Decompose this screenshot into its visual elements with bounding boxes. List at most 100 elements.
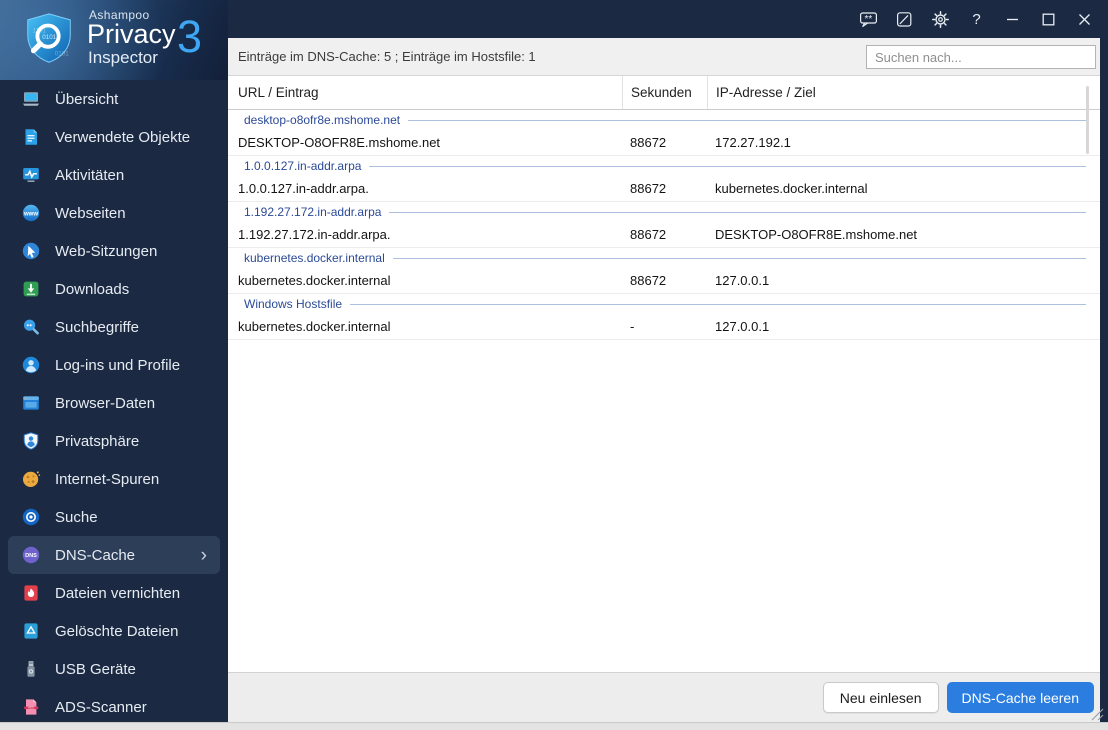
table-header: URL / Eintrag Sekunden IP-Adresse / Ziel bbox=[228, 76, 1100, 110]
sidebar-item-label: Gelöschte Dateien bbox=[55, 622, 179, 640]
magnifier-dots-icon bbox=[21, 317, 41, 337]
column-header-url[interactable]: URL / Eintrag bbox=[228, 76, 622, 109]
cell-target: kubernetes.docker.internal bbox=[715, 181, 868, 196]
sidebar-item-browser-daten[interactable]: Browser-Daten bbox=[0, 384, 228, 422]
sidebar-item-downloads[interactable]: Downloads bbox=[0, 270, 228, 308]
status-bar: Einträge im DNS-Cache: 5 ; Einträge im H… bbox=[228, 38, 1100, 76]
table-row[interactable]: kubernetes.docker.internal - 127.0.0.1 bbox=[228, 314, 1100, 340]
group-title: kubernetes.docker.internal bbox=[244, 251, 385, 265]
table-row[interactable]: 1.192.27.172.in-addr.arpa. 88672 DESKTOP-O… bbox=[228, 222, 1100, 248]
group-divider-line bbox=[408, 119, 1086, 121]
svg-text:ADS: ADS bbox=[28, 706, 34, 710]
sidebar-item-usb-geraete[interactable]: USB Geräte bbox=[0, 650, 228, 688]
sidebar-item-web-sitzungen[interactable]: Web-Sitzungen bbox=[0, 232, 228, 270]
group-title: 1.0.0.127.in-addr.arpa bbox=[244, 159, 362, 173]
sidebar-item-geloeschte-dateien[interactable]: Gelöschte Dateien bbox=[0, 612, 228, 650]
sidebar-item-label: Dateien vernichten bbox=[55, 584, 181, 602]
app-logo: 1101 0101 0101 Ashampoo Privacy Inspecto… bbox=[0, 0, 228, 80]
table-panel: URL / Eintrag Sekunden IP-Adresse / Ziel… bbox=[228, 76, 1100, 672]
svg-text:0101: 0101 bbox=[42, 34, 56, 41]
group-header-row[interactable]: kubernetes.docker.internal bbox=[228, 248, 1100, 268]
group-header-row[interactable]: Windows Hostsfile bbox=[228, 294, 1100, 314]
group-divider-line bbox=[392, 257, 1086, 259]
sidebar-item-dateien-vernichten[interactable]: Dateien vernichten bbox=[0, 574, 228, 612]
reload-button[interactable]: Neu einlesen bbox=[822, 682, 939, 713]
sidebar-item-suche[interactable]: Suche bbox=[0, 498, 228, 536]
group-title: desktop-o8ofr8e.mshome.net bbox=[244, 113, 401, 127]
cell-url: 1.0.0.127.in-addr.arpa. bbox=[238, 181, 369, 196]
sidebar-item-label: Übersicht bbox=[55, 90, 119, 108]
sidebar-item-label: Aktivitäten bbox=[55, 166, 125, 184]
sidebar-nav: Übersicht Verwendete Objekte Aktivitäten ww… bbox=[0, 80, 228, 722]
svg-text:?: ? bbox=[972, 11, 980, 28]
clear-dns-cache-button[interactable]: DNS-Cache leeren bbox=[946, 682, 1094, 713]
cell-target: 127.0.0.1 bbox=[715, 319, 770, 334]
sidebar-item-internet-spuren[interactable]: Internet-Spuren bbox=[0, 460, 228, 498]
sidebar-item-ads-scanner[interactable]: ADS ADS-Scanner bbox=[0, 688, 228, 722]
titlebar-icons: **? bbox=[859, 0, 1094, 38]
cell-target: 172.27.192.1 bbox=[715, 135, 791, 150]
window-bottom-border bbox=[0, 722, 1108, 730]
app-name-line2: Inspector bbox=[88, 48, 158, 67]
search-input[interactable] bbox=[866, 45, 1096, 69]
globe-cursor-icon bbox=[21, 241, 41, 261]
recycle-bin-icon bbox=[21, 621, 41, 641]
sidebar-item-dns-cache[interactable]: DNS DNS-Cache › bbox=[8, 536, 220, 574]
shield-user-icon bbox=[21, 431, 41, 451]
sidebar-item-uebersicht[interactable]: Übersicht bbox=[0, 80, 228, 118]
sidebar-item-label: Suche bbox=[55, 508, 98, 526]
vertical-scrollbar-thumb[interactable] bbox=[1086, 86, 1089, 154]
footer-bar: Neu einlesen DNS-Cache leeren bbox=[228, 672, 1100, 722]
document-icon bbox=[21, 127, 41, 147]
table-body: desktop-o8ofr8e.mshome.net DESKTOP-O8OFR8… bbox=[228, 110, 1100, 340]
usb-stick-icon bbox=[21, 659, 41, 679]
sidebar-item-privatsphaere[interactable]: Privatsphäre bbox=[0, 422, 228, 460]
svg-text:**: ** bbox=[865, 14, 873, 25]
table-row[interactable]: kubernetes.docker.internal 88672 127.0.0.1 bbox=[228, 268, 1100, 294]
shredder-flame-icon bbox=[21, 583, 41, 603]
sidebar-item-label: Suchbegriffe bbox=[55, 318, 139, 336]
minimize-icon[interactable] bbox=[1003, 10, 1022, 29]
group-divider-line bbox=[350, 303, 1086, 305]
group-header-row[interactable]: 1.0.0.127.in-addr.arpa bbox=[228, 156, 1100, 176]
cell-target: 127.0.0.1 bbox=[715, 273, 770, 288]
settings-gear-icon[interactable] bbox=[931, 10, 950, 29]
sidebar-item-label: Privatsphäre bbox=[55, 432, 140, 450]
cell-url: DESKTOP-O8OFR8E.mshome.net bbox=[238, 135, 441, 150]
sidebar-item-label: Verwendete Objekte bbox=[55, 128, 191, 146]
cell-url: 1.192.27.172.in-addr.arpa. bbox=[238, 227, 391, 242]
cell-seconds: 88672 bbox=[630, 273, 667, 288]
feedback-bubble-icon[interactable]: ** bbox=[859, 10, 878, 29]
column-header-target[interactable]: IP-Adresse / Ziel bbox=[707, 76, 1100, 109]
download-icon bbox=[21, 279, 41, 299]
sidebar-item-suchbegriffe[interactable]: Suchbegriffe bbox=[0, 308, 228, 346]
sidebar-item-label: Webseiten bbox=[55, 204, 126, 222]
monitor-icon bbox=[21, 89, 41, 109]
sidebar-item-label: ADS-Scanner bbox=[55, 698, 147, 716]
help-icon[interactable]: ? bbox=[967, 10, 986, 29]
table-row[interactable]: DESKTOP-O8OFR8E.mshome.net 88672 172.27.19… bbox=[228, 130, 1100, 156]
sidebar-item-logins[interactable]: Log-ins und Profile bbox=[0, 346, 228, 384]
sidebar-item-aktivitaeten[interactable]: Aktivitäten bbox=[0, 156, 228, 194]
browser-window-icon bbox=[21, 393, 41, 413]
resize-grip-icon[interactable] bbox=[1088, 705, 1104, 721]
column-header-seconds[interactable]: Sekunden bbox=[622, 76, 707, 109]
notes-icon[interactable] bbox=[895, 10, 914, 29]
titlebar: **? bbox=[228, 0, 1108, 38]
group-header-row[interactable]: 1.192.27.172.in-addr.arpa bbox=[228, 202, 1100, 222]
table-row[interactable]: 1.0.0.127.in-addr.arpa. 88672 kubernetes.d… bbox=[228, 176, 1100, 202]
sidebar-item-verwendete-objekte[interactable]: Verwendete Objekte bbox=[0, 118, 228, 156]
close-icon[interactable] bbox=[1075, 10, 1094, 29]
chevron-right-icon: › bbox=[200, 544, 207, 566]
maximize-icon[interactable] bbox=[1039, 10, 1058, 29]
window-right-border bbox=[1100, 38, 1108, 722]
cell-seconds: - bbox=[630, 319, 635, 334]
sidebar-item-label: Web-Sitzungen bbox=[55, 242, 158, 260]
cookie-icon bbox=[21, 469, 41, 489]
app-version: 3 bbox=[177, 11, 203, 62]
ads-document-icon: ADS bbox=[21, 697, 41, 717]
sidebar-item-webseiten[interactable]: www Webseiten bbox=[0, 194, 228, 232]
group-divider-line bbox=[369, 165, 1086, 167]
group-header-row[interactable]: desktop-o8ofr8e.mshome.net bbox=[228, 110, 1100, 130]
dns-badge-icon: DNS bbox=[21, 545, 41, 565]
